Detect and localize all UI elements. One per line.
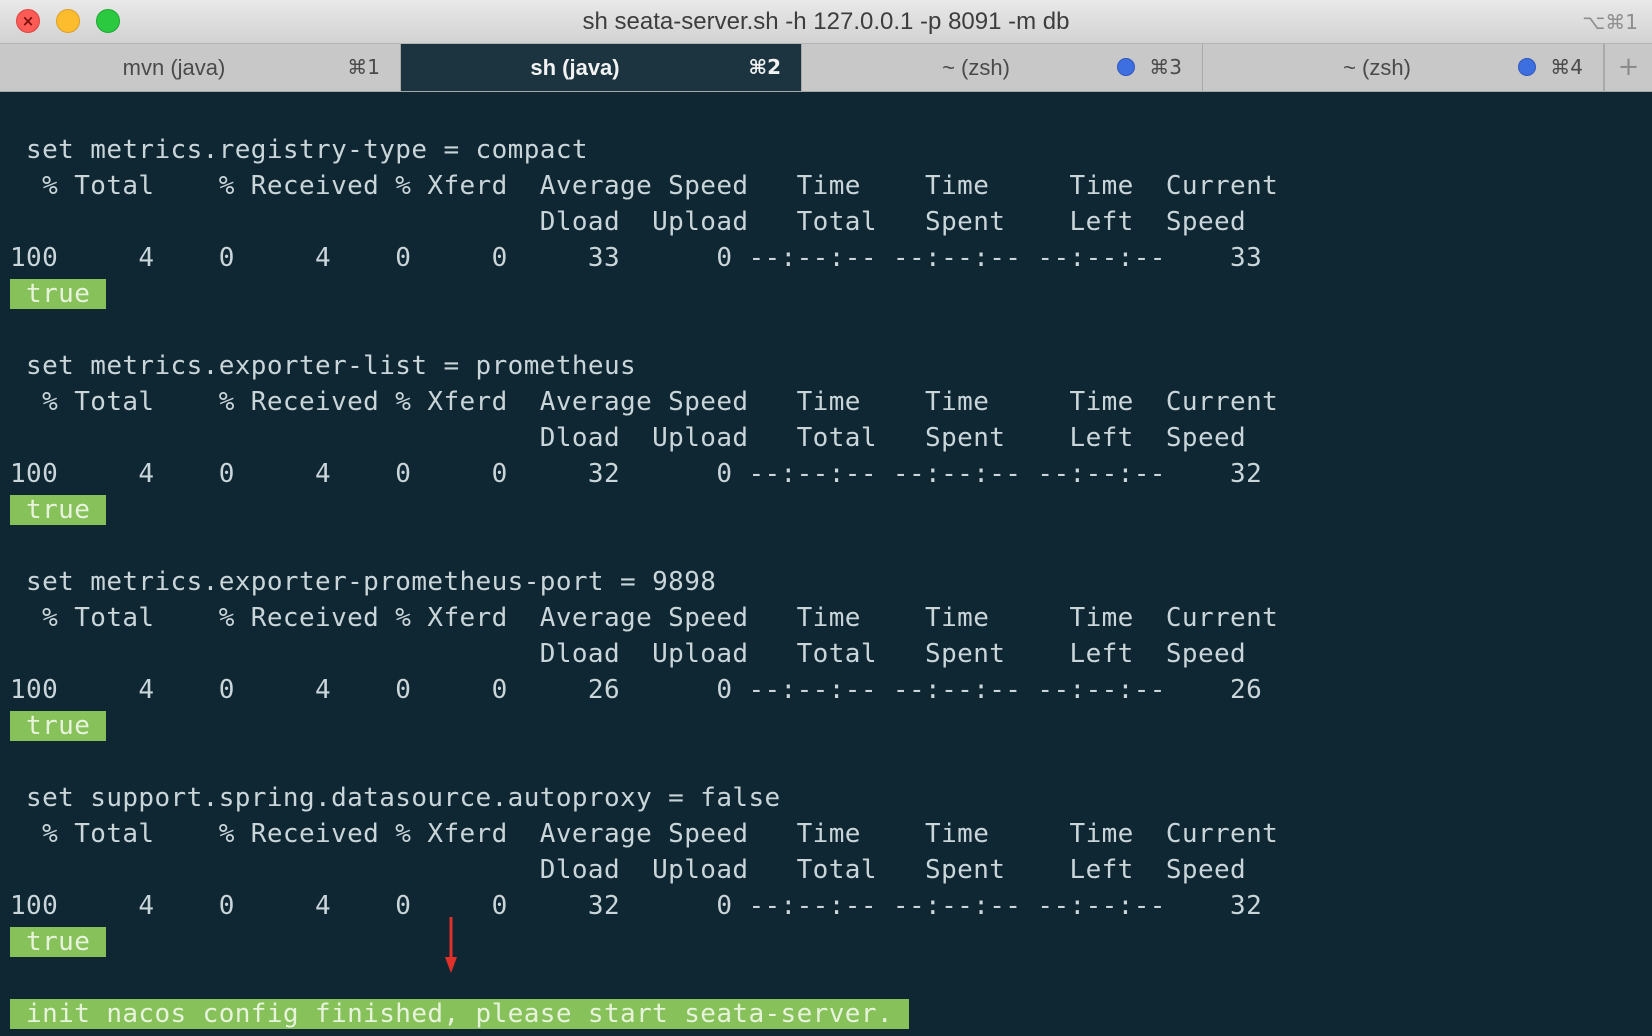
tab-shortcut: ⌘2	[748, 55, 781, 79]
curl-header-line: % Total % Received % Xferd Average Speed…	[10, 171, 1279, 201]
curl-header-line: % Total % Received % Xferd Average Speed…	[10, 387, 1279, 417]
terminal-text: set metrics.registry-type = compact % To…	[10, 132, 1278, 1032]
terminal-output[interactable]: set metrics.registry-type = compact % To…	[0, 92, 1652, 1036]
activity-indicator-icon	[1518, 58, 1536, 76]
tab-zsh-4[interactable]: ~ (zsh) ⌘4	[1203, 44, 1604, 91]
final-message-line: init nacos config finished, please start…	[10, 996, 1278, 1032]
new-tab-button[interactable]: +	[1604, 44, 1652, 91]
tab-mvn-java[interactable]: mvn (java) ⌘1	[0, 44, 401, 91]
window-shortcut: ⌥⌘1	[1582, 10, 1638, 34]
tab-label: ~ (zsh)	[1343, 55, 1411, 80]
tab-label: sh (java)	[530, 55, 620, 80]
tab-zsh-3[interactable]: ~ (zsh) ⌘3	[802, 44, 1203, 91]
curl-header-line: % Total % Received % Xferd Average Speed…	[10, 819, 1279, 849]
curl-header-line: Dload Upload Total Spent Left Speed	[10, 855, 1247, 885]
final-message-badge: init nacos config finished, please start…	[10, 999, 909, 1029]
curl-header-line: % Total % Received % Xferd Average Speed…	[10, 603, 1279, 633]
tab-label: mvn (java)	[122, 55, 226, 80]
result-badge: true	[10, 279, 107, 309]
tab-shortcut: ⌘1	[347, 55, 380, 79]
curl-progress-line: 100 4 0 4 0 0 32 0 --:--:-- --:--:-- --:…	[10, 459, 1263, 489]
curl-header-line: Dload Upload Total Spent Left Speed	[10, 207, 1247, 237]
activity-indicator-icon	[1117, 58, 1135, 76]
plus-icon: +	[1617, 52, 1640, 82]
curl-progress-line: 100 4 0 4 0 0 32 0 --:--:-- --:--:-- --:…	[10, 891, 1263, 921]
arrow-down-icon	[445, 917, 457, 973]
tab-label: ~ (zsh)	[942, 55, 1010, 80]
tab-sh-java[interactable]: sh (java) ⌘2	[401, 44, 802, 91]
window-title: sh seata-server.sh -h 127.0.0.1 -p 8091 …	[582, 8, 1070, 35]
result-badge: true	[10, 495, 107, 525]
command-line: set metrics.exporter-list = prometheus	[10, 351, 637, 381]
terminal-window: × sh seata-server.sh -h 127.0.0.1 -p 809…	[0, 0, 1652, 1036]
curl-progress-line: 100 4 0 4 0 0 26 0 --:--:-- --:--:-- --:…	[10, 675, 1263, 705]
tab-shortcut: ⌘3	[1149, 55, 1182, 79]
result-badge: true	[10, 711, 107, 741]
tab-shortcut: ⌘4	[1550, 55, 1583, 79]
result-badge: true	[10, 927, 107, 957]
command-line: set support.spring.datasource.autoproxy …	[10, 783, 781, 813]
result-line: true	[10, 492, 1278, 528]
curl-header-line: Dload Upload Total Spent Left Speed	[10, 639, 1247, 669]
command-line: set metrics.exporter-prometheus-port = 9…	[10, 567, 717, 597]
result-line: true	[10, 276, 1278, 312]
result-line: true	[10, 708, 1278, 744]
curl-header-line: Dload Upload Total Spent Left Speed	[10, 423, 1247, 453]
curl-progress-line: 100 4 0 4 0 0 33 0 --:--:-- --:--:-- --:…	[10, 243, 1263, 273]
result-line: true	[10, 924, 1278, 960]
tab-bar: mvn (java) ⌘1 sh (java) ⌘2 ~ (zsh) ⌘3 ~ …	[0, 44, 1652, 92]
title-bar[interactable]: × sh seata-server.sh -h 127.0.0.1 -p 809…	[0, 0, 1652, 44]
command-line: set metrics.registry-type = compact	[10, 135, 588, 165]
